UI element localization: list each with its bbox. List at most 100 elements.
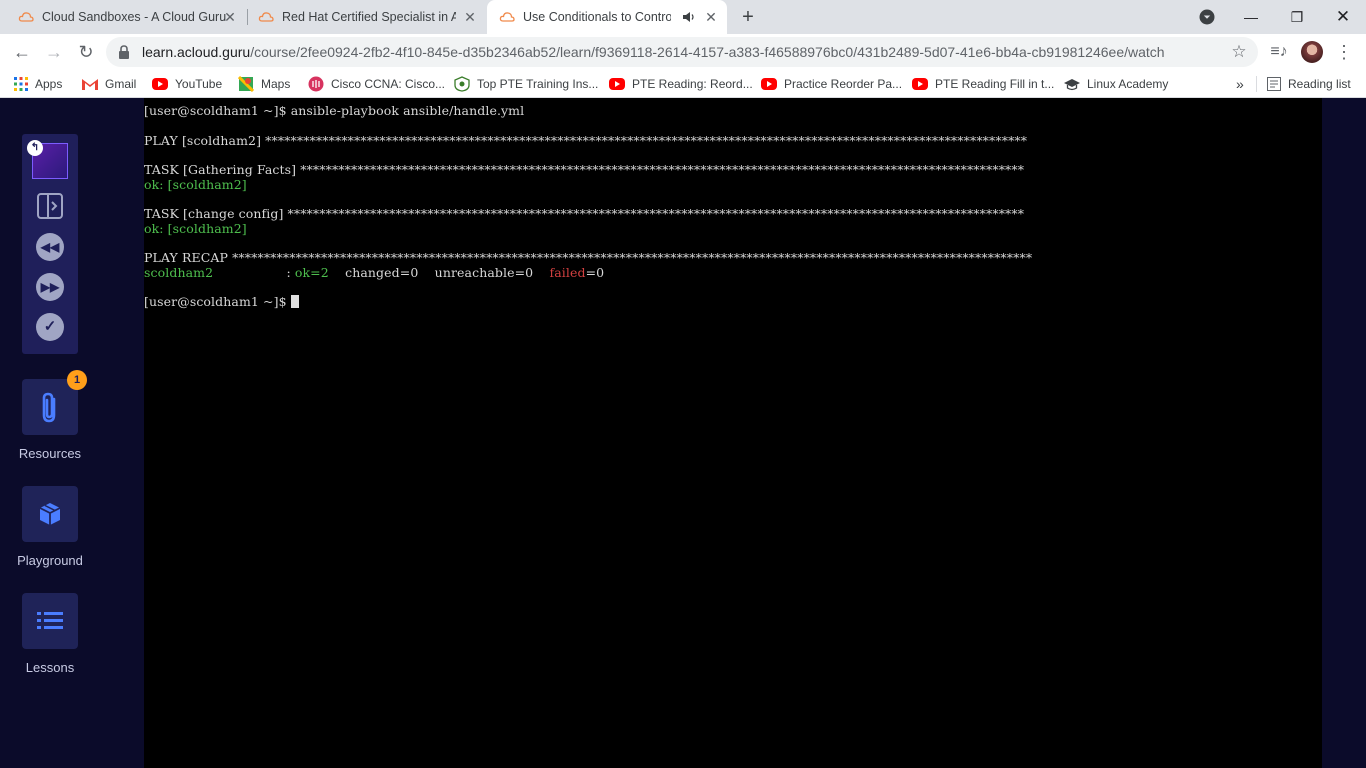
recap-changed-unreachable: changed=0 unreachable=0 xyxy=(328,265,550,280)
bookmark-apps[interactable]: Apps xyxy=(14,76,62,92)
playground-button[interactable] xyxy=(22,486,78,542)
bookmark-star-icon[interactable]: ☆ xyxy=(1230,43,1248,61)
bookmark-label: Linux Academy xyxy=(1087,77,1169,91)
tab-title: Cloud Sandboxes - A Cloud Guru xyxy=(42,10,227,24)
lessons-label: Lessons xyxy=(25,660,75,675)
bookmark-label: YouTube xyxy=(175,77,223,91)
recap-failed: failed xyxy=(549,265,586,280)
new-tab-button[interactable]: + xyxy=(737,6,759,28)
right-gutter xyxy=(1322,98,1366,768)
bookmark-youtube[interactable]: YouTube xyxy=(152,76,222,92)
url-text: learn.acloud.guru/course/2fee0924-2fb2-4… xyxy=(142,44,1165,60)
close-tab-icon[interactable]: ✕ xyxy=(462,9,478,25)
reading-list-icon xyxy=(1267,77,1281,91)
terminal-ok-line: ok: [scoldham2] xyxy=(144,177,247,192)
bookmark-maps[interactable]: Maps xyxy=(238,76,290,92)
back-arrow-icon[interactable]: ← xyxy=(10,40,34,64)
cubes-icon xyxy=(39,503,61,525)
rewind-icon[interactable]: ◀◀ xyxy=(36,233,64,261)
bookmark-label: Apps xyxy=(35,77,63,91)
bookmark-linux-academy[interactable]: Linux Academy xyxy=(1064,76,1168,92)
gmail-icon xyxy=(82,79,98,90)
acloudguru-cloud-icon xyxy=(499,12,515,22)
address-bar[interactable]: learn.acloud.guru/course/2fee0924-2fb2-4… xyxy=(106,37,1258,67)
profile-avatar[interactable] xyxy=(1301,41,1323,63)
pte-icon xyxy=(454,76,470,92)
bookmarks-bar: Apps Gmail YouTube Maps Cisco CCNA: Cisc… xyxy=(0,70,1366,98)
check-icon[interactable]: ✓ xyxy=(36,313,64,341)
reading-list-button[interactable]: Reading list xyxy=(1267,76,1351,92)
terminal-recap-stats: scoldham2 : ok=2 changed=0 unreachable=0… xyxy=(144,265,604,280)
forward-arrow-icon[interactable]: → xyxy=(42,40,66,64)
apps-grid-icon xyxy=(14,77,28,91)
bookmark-label: Maps xyxy=(261,77,291,91)
terminal-play-header: PLAY [scoldham2] ***********************… xyxy=(144,133,1028,148)
minimize-button[interactable]: — xyxy=(1239,5,1263,29)
terminal-command-line: [user@scoldham1 ~]$ ansible-playbook ans… xyxy=(144,103,525,118)
bookmark-label: PTE Reading Fill in t... xyxy=(935,77,1055,91)
bookmark-pte-training[interactable]: Top PTE Training Ins... xyxy=(454,76,598,92)
speaker-icon[interactable] xyxy=(682,10,696,24)
terminal-task-change-config: TASK [change config] *******************… xyxy=(144,206,1025,221)
paperclip-icon xyxy=(42,392,56,423)
bookmark-label: Practice Reorder Pa... xyxy=(784,77,903,91)
restore-button[interactable]: ❐ xyxy=(1285,5,1309,29)
bookmark-cisco[interactable]: Cisco CCNA: Cisco... xyxy=(308,76,445,92)
recap-failed-value: =0 xyxy=(585,265,605,280)
youtube-icon xyxy=(152,78,168,90)
resources-badge: 1 xyxy=(67,370,87,390)
terminal-play-recap: PLAY RECAP *****************************… xyxy=(144,250,1033,265)
list-icon xyxy=(37,612,63,629)
terminal-ok-line: ok: [scoldham2] xyxy=(144,221,247,236)
chevron-double-right-icon: » xyxy=(1236,76,1244,92)
back-arrow-icon[interactable]: ↰ xyxy=(27,140,43,156)
close-tab-icon[interactable]: ✕ xyxy=(222,9,238,25)
terminal-video[interactable]: [user@scoldham1 ~]$ ansible-playbook ans… xyxy=(144,98,1322,768)
url-host: learn.acloud.guru xyxy=(142,44,251,60)
close-tab-icon[interactable]: ✕ xyxy=(703,9,719,25)
playground-label: Playground xyxy=(17,553,83,568)
acloudguru-cloud-icon xyxy=(18,12,34,22)
reload-icon[interactable]: ↻ xyxy=(74,40,98,64)
terminal-prompt: [user@scoldham1 ~]$ xyxy=(144,294,291,309)
youtube-icon xyxy=(912,78,928,90)
reading-list-label: Reading list xyxy=(1288,77,1351,91)
bookmark-gmail[interactable]: Gmail xyxy=(82,76,136,92)
bookmark-label: Gmail xyxy=(105,77,137,91)
bookmark-label: Top PTE Training Ins... xyxy=(477,77,599,91)
bookmark-pte-reading-reorder[interactable]: PTE Reading: Reord... xyxy=(609,76,753,92)
course-thumbnail[interactable]: ↰ xyxy=(27,140,68,179)
maps-icon xyxy=(238,76,254,92)
lock-icon xyxy=(119,45,129,59)
resources-label: Resources xyxy=(18,446,82,461)
lessons-button[interactable] xyxy=(22,593,78,649)
url-path: /course/2fee0924-2fb2-4f10-845e-d35b2346… xyxy=(250,44,1165,60)
bookmark-practice-reorder[interactable]: Practice Reorder Pa... xyxy=(761,76,902,92)
tab-use-conditionals[interactable]: Use Conditionals to Control I ✕ xyxy=(487,0,727,34)
youtube-icon xyxy=(761,78,777,90)
bookmark-label: Cisco CCNA: Cisco... xyxy=(331,77,446,91)
bookmark-label: PTE Reading: Reord... xyxy=(632,77,753,91)
close-window-button[interactable]: ✕ xyxy=(1331,5,1355,29)
media-control-icon[interactable]: ≡♪ xyxy=(1267,40,1291,64)
bookmark-pte-reading-fill[interactable]: PTE Reading Fill in t... xyxy=(912,76,1054,92)
tab-cloud-sandboxes[interactable]: Cloud Sandboxes - A Cloud Guru ✕ xyxy=(0,0,246,34)
cisco-icon xyxy=(308,76,324,92)
tab-strip: Cloud Sandboxes - A Cloud Guru ✕ Red Hat… xyxy=(0,0,1366,34)
bookmark-divider xyxy=(1256,76,1257,92)
recap-separator: : xyxy=(213,265,295,280)
tab-search-icon[interactable] xyxy=(1199,9,1215,25)
terminal-prompt-line: [user@scoldham1 ~]$ xyxy=(144,294,299,309)
player-controls-panel: ↰ ◀◀ ▶▶ ✓ xyxy=(22,134,78,354)
toggle-sidebar-icon[interactable] xyxy=(36,192,64,220)
bookmarks-overflow-button[interactable]: » xyxy=(1236,76,1244,92)
menu-kebab-icon[interactable]: ⋮ xyxy=(1332,40,1356,64)
browser-toolbar: ← → ↻ learn.acloud.guru/course/2fee0924-… xyxy=(0,34,1366,70)
recap-ok: ok=2 xyxy=(294,265,329,280)
acloudguru-cloud-icon xyxy=(258,12,274,22)
tab-red-hat[interactable]: Red Hat Certified Specialist in An ✕ xyxy=(248,0,486,34)
graduation-cap-icon xyxy=(1064,79,1080,91)
recap-host: scoldham2 xyxy=(144,265,214,280)
fast-forward-icon[interactable]: ▶▶ xyxy=(36,273,64,301)
lesson-page: ↰ ◀◀ ▶▶ ✓ 1 Resources Playground Lessons… xyxy=(0,98,1366,768)
